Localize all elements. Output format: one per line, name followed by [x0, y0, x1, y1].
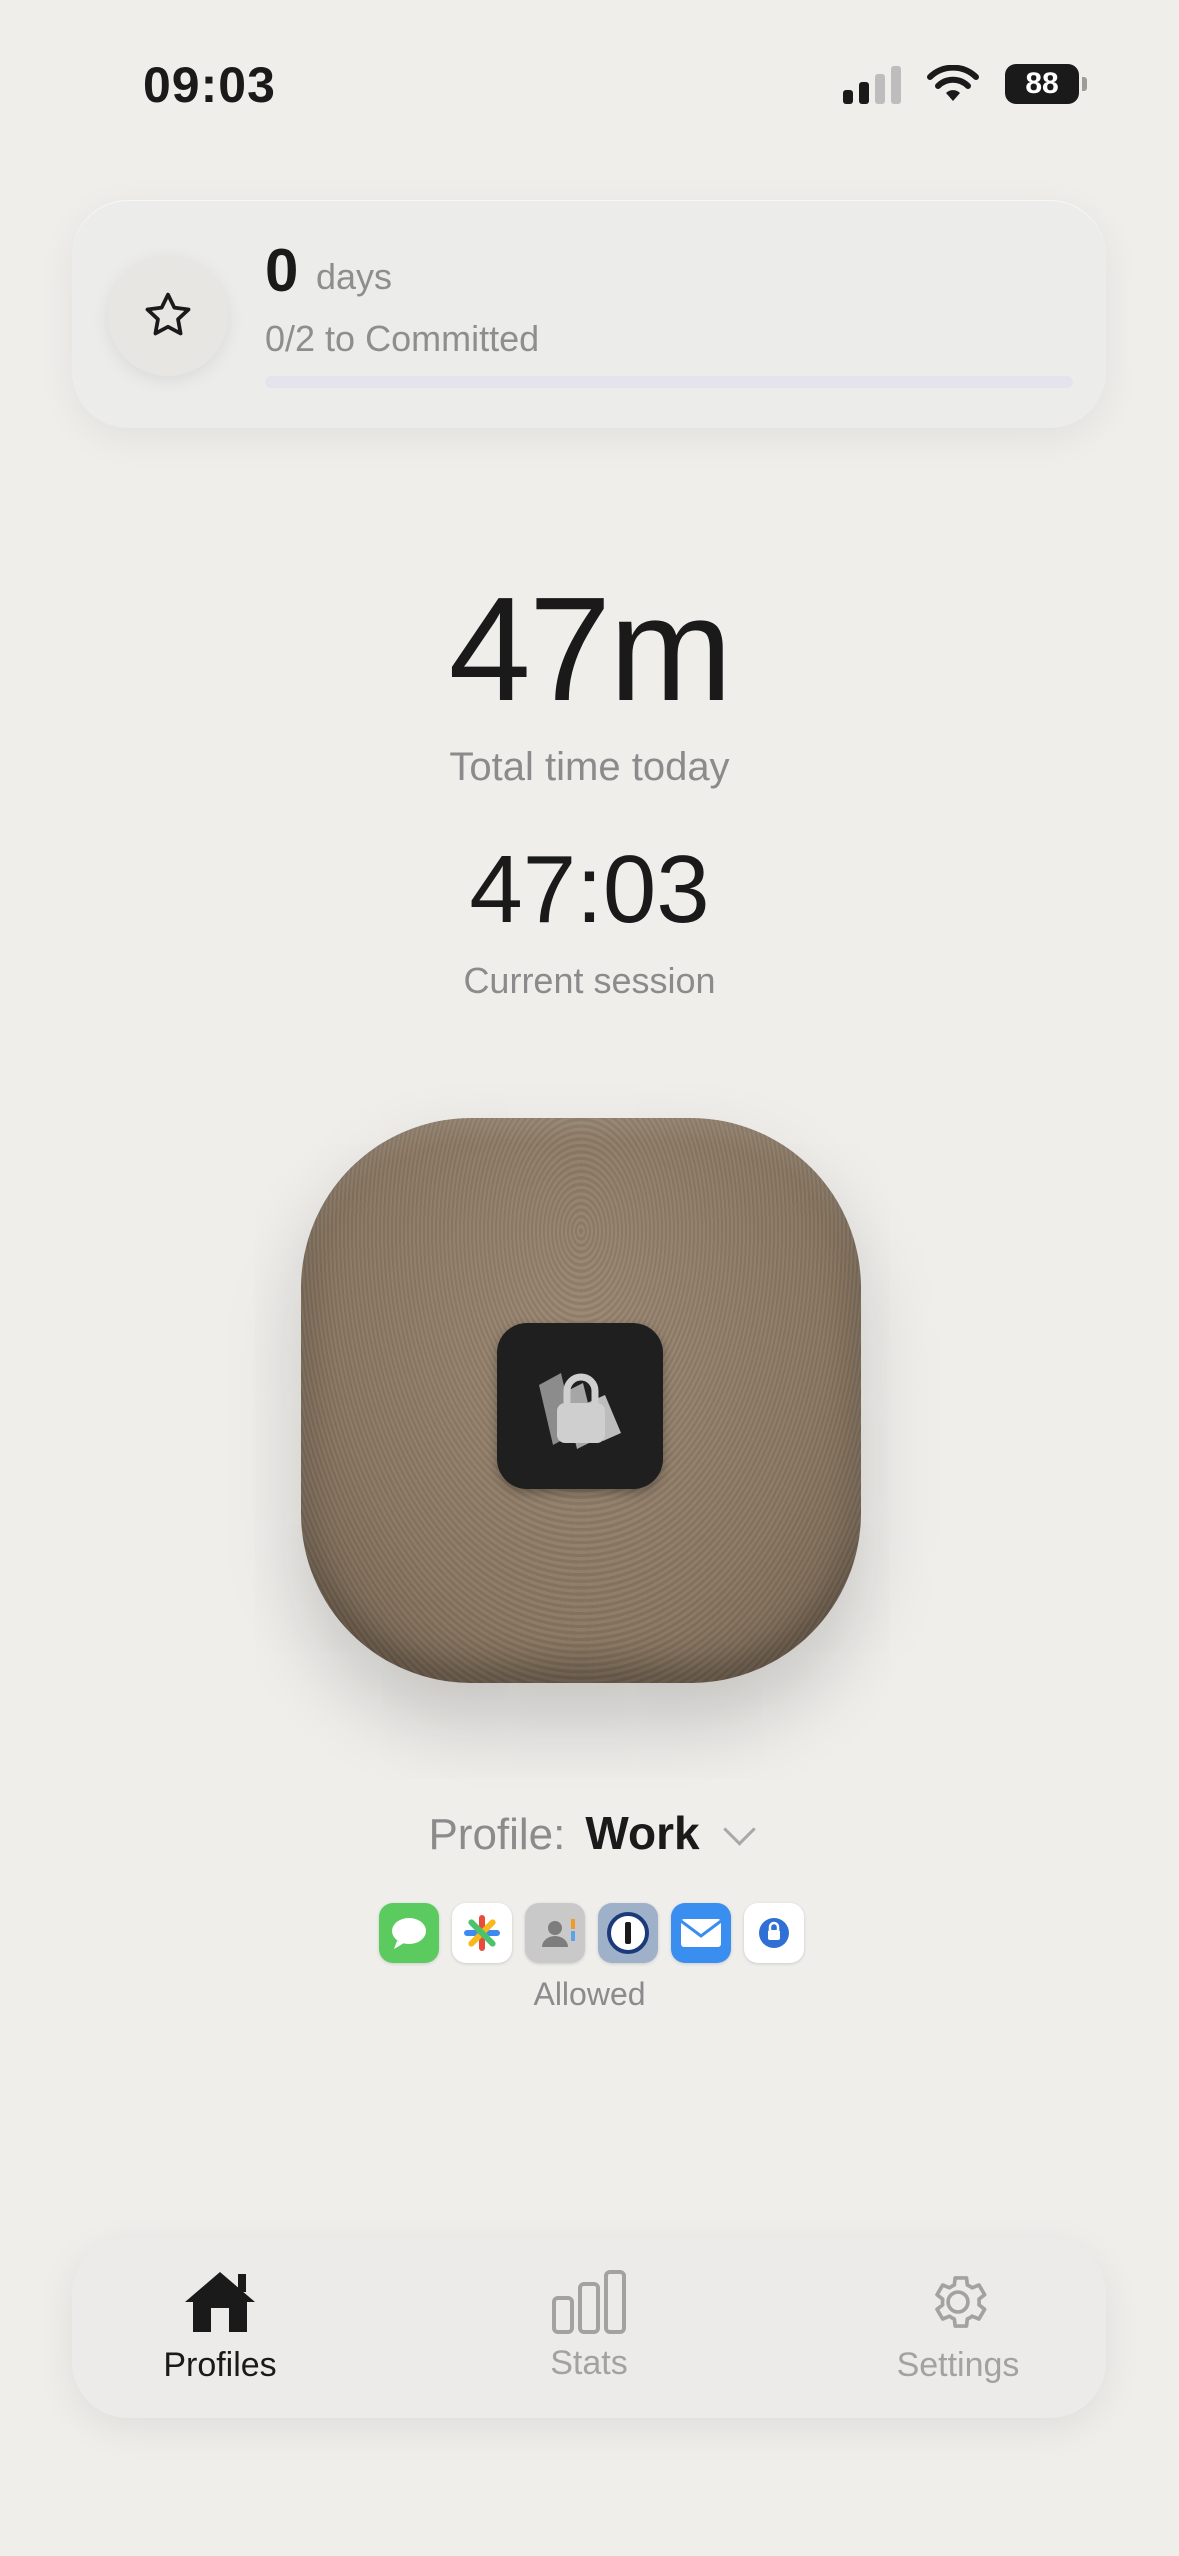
streak-card[interactable]: 0 days 0/2 to Committed	[72, 200, 1106, 428]
allowed-apps-list[interactable]	[379, 1903, 804, 1963]
profile-value: Work	[585, 1807, 700, 1859]
tab-settings-label: Settings	[896, 2346, 1020, 2384]
status-time: 09:03	[143, 57, 276, 113]
session-time-label: Current session	[463, 960, 716, 1001]
status-icons: 88	[843, 64, 1087, 104]
streak-count: 0	[265, 237, 299, 304]
contacts-app-icon	[525, 1903, 585, 1963]
1password-app-icon	[598, 1903, 658, 1963]
tab-profiles[interactable]: Profiles	[100, 2268, 340, 2385]
profile-selector[interactable]: Profile: Work	[0, 1806, 1179, 1860]
blocker-device-button[interactable]	[301, 1118, 861, 1683]
allowed-apps-label: Allowed	[533, 1976, 646, 2012]
streak-goal-text: 0/2 to Committed	[265, 318, 540, 359]
messages-app-icon	[379, 1903, 439, 1963]
total-time-value: 47m	[448, 567, 733, 732]
profile-label: Profile:	[428, 1810, 566, 1859]
tab-settings[interactable]: Settings	[838, 2268, 1078, 2385]
lock-logo-icon	[497, 1323, 663, 1489]
star-icon	[145, 292, 191, 336]
streak-unit: days	[316, 256, 393, 297]
battery-level: 88	[1025, 67, 1059, 100]
total-time-label: Total time today	[449, 745, 730, 789]
cellular-signal-icon	[843, 64, 901, 104]
tab-bar: Profiles Stats Settings	[72, 2238, 1106, 2418]
house-icon	[185, 2272, 255, 2332]
gear-icon	[935, 2276, 987, 2328]
photos-app-icon	[452, 1903, 512, 1963]
bar-chart-icon	[552, 2270, 626, 2334]
tab-stats-label: Stats	[550, 2344, 628, 2382]
chevron-down-icon	[722, 1813, 756, 1846]
tab-stats[interactable]: Stats	[469, 2268, 709, 2383]
session-time-value: 47:03	[469, 836, 710, 943]
wifi-icon	[927, 65, 979, 101]
authenticator-app-icon	[744, 1903, 804, 1963]
battery-icon: 88	[1005, 64, 1087, 104]
mail-app-icon	[671, 1903, 731, 1963]
streak-progress-bar	[265, 376, 1073, 388]
tab-profiles-label: Profiles	[163, 2346, 277, 2384]
star-badge[interactable]	[108, 256, 228, 376]
